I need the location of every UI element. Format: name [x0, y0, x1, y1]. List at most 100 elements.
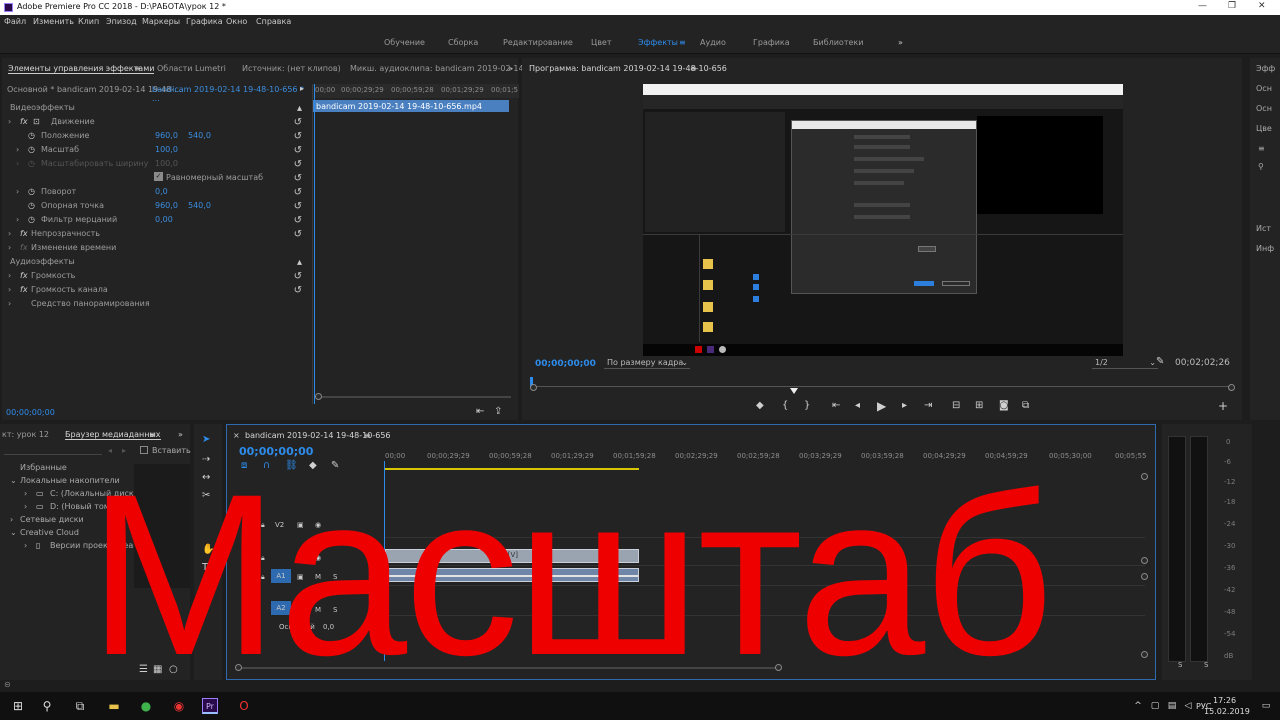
- import-checkbox[interactable]: [140, 446, 148, 454]
- volume-icon[interactable]: ◁: [1180, 698, 1196, 714]
- fx-icon[interactable]: fx: [20, 229, 28, 238]
- expand-icon[interactable]: ›: [24, 502, 27, 511]
- anchor-x-value[interactable]: 960,0: [155, 201, 178, 210]
- expand-icon[interactable]: ›: [24, 489, 27, 498]
- tab-essential-sound[interactable]: Осн: [1256, 104, 1272, 113]
- h-scrollbar[interactable]: [239, 667, 779, 669]
- menu-icon[interactable]: ≡: [1258, 144, 1265, 153]
- track-v2-label[interactable]: V2: [275, 521, 284, 529]
- nav-back-icon[interactable]: ◂: [108, 446, 112, 455]
- fx-icon[interactable]: fx: [20, 271, 28, 280]
- timeline-settings-icon[interactable]: ✎: [331, 460, 339, 471]
- clip-selector[interactable]: Основной * bandicam 2019-02-14 19-48-...…: [2, 84, 312, 103]
- premiere-taskbar-icon[interactable]: Pr: [202, 698, 218, 714]
- position-x-value[interactable]: 960,0: [155, 131, 178, 140]
- notifications-icon[interactable]: ▭: [1258, 698, 1274, 714]
- solo-left-button[interactable]: S: [1178, 661, 1182, 669]
- motion-effect[interactable]: › fx ⊡ Движение ↺: [2, 115, 308, 128]
- nest-icon[interactable]: ⧈: [241, 460, 247, 471]
- selection-tool-icon[interactable]: ➤: [202, 434, 210, 445]
- ws-audio[interactable]: Аудио: [700, 38, 726, 47]
- list-view-icon[interactable]: ☰: [139, 664, 148, 675]
- solo-button[interactable]: S: [333, 606, 337, 614]
- menu-graphics[interactable]: Графика: [186, 17, 223, 26]
- volume-effect[interactable]: › fx Громкость ↺: [2, 269, 308, 282]
- audio-clip[interactable]: [385, 568, 639, 582]
- ws-effects[interactable]: Эффекты: [638, 38, 678, 47]
- stopwatch-icon[interactable]: ◷: [28, 215, 35, 224]
- creative-cloud-item[interactable]: Creative Cloud: [20, 528, 79, 537]
- expand-icon[interactable]: ⌄: [10, 528, 17, 537]
- menu-clip[interactable]: Клип: [78, 17, 99, 26]
- video-clip[interactable]: [V]: [385, 549, 639, 563]
- recorder-app-icon[interactable]: ◉: [171, 698, 187, 714]
- reset-channel-volume-icon[interactable]: ↺: [294, 285, 302, 296]
- local-drives-item[interactable]: Локальные накопители: [20, 476, 120, 485]
- v-scroll-top-knob[interactable]: [1141, 473, 1148, 480]
- menu-markers[interactable]: Маркеры: [142, 17, 180, 26]
- mini-ruler[interactable]: 00;00 00;00;29;29 00;00;59;28 00;01;29;2…: [313, 84, 519, 98]
- media-menu-icon[interactable]: ≡: [149, 430, 156, 439]
- mute-button[interactable]: M: [315, 606, 321, 614]
- stopwatch-icon[interactable]: ◷: [28, 201, 35, 210]
- mark-in-icon[interactable]: {: [782, 400, 788, 411]
- add-marker-icon[interactable]: ◆: [309, 460, 317, 471]
- team-projects-item[interactable]: Версии проекта Team Projects: [50, 541, 134, 550]
- stopwatch-icon[interactable]: ◷: [28, 131, 35, 140]
- program-video-frame[interactable]: [643, 84, 1123, 356]
- extract-icon[interactable]: ⊞: [975, 400, 983, 411]
- sync-lock-icon[interactable]: ▣: [297, 521, 304, 529]
- sync-lock-icon[interactable]: ▣: [297, 606, 304, 614]
- master-volume-value[interactable]: 0,0: [323, 623, 334, 631]
- opera-icon[interactable]: O: [236, 698, 252, 714]
- export-icon[interactable]: ⇪: [494, 406, 502, 417]
- tray-icon[interactable]: ▢: [1147, 698, 1163, 714]
- scrub-start-knob[interactable]: [530, 384, 537, 391]
- lift-icon[interactable]: ⊟: [952, 400, 960, 411]
- compare-icon[interactable]: ⧉: [1022, 400, 1029, 411]
- sync-lock-icon[interactable]: ▣: [297, 554, 304, 562]
- ws-assembly[interactable]: Сборка: [448, 38, 478, 47]
- snap-icon[interactable]: ∩: [263, 460, 270, 471]
- play-icon[interactable]: ▶: [877, 399, 886, 413]
- tab-menu-icon[interactable]: ≡: [134, 64, 141, 73]
- zoom-slider-knob-icon[interactable]: ○: [169, 664, 178, 675]
- add-marker-icon[interactable]: ◆: [756, 400, 764, 411]
- ws-graphics[interactable]: Графика: [753, 38, 790, 47]
- menu-edit[interactable]: Изменить: [33, 17, 74, 26]
- rotation-value[interactable]: 0,0: [155, 187, 168, 196]
- program-timecode[interactable]: 00;00;00;00: [535, 359, 596, 369]
- mini-scroll-knob[interactable]: [315, 393, 322, 400]
- mark-out-icon[interactable]: }: [804, 400, 810, 411]
- reset-motion-icon[interactable]: ↺: [294, 117, 302, 128]
- search-icon[interactable]: ⚲: [1258, 162, 1264, 171]
- network-drives-item[interactable]: Сетевые диски: [20, 515, 84, 524]
- work-area-bar[interactable]: [385, 468, 639, 470]
- ws-learning[interactable]: Обучение: [384, 38, 425, 47]
- tab-effects[interactable]: Эфф: [1256, 64, 1275, 73]
- reset-scale-width-icon[interactable]: ↺: [294, 159, 302, 170]
- razor-tool-icon[interactable]: ✂: [202, 490, 210, 501]
- task-view-icon[interactable]: ⧉: [72, 698, 88, 714]
- reset-position-icon[interactable]: ↺: [294, 131, 302, 142]
- scroll-up-icon[interactable]: ▴: [297, 257, 302, 268]
- close-icon[interactable]: ✕: [1258, 1, 1266, 11]
- ripple-edit-tool-icon[interactable]: ↔: [202, 472, 210, 483]
- stopwatch-icon[interactable]: ◷: [28, 145, 35, 154]
- track-a1-label[interactable]: A1: [271, 569, 291, 583]
- ws-more-icon[interactable]: »: [898, 38, 903, 47]
- drive-c-item[interactable]: C: (Локальный диск): [50, 489, 137, 498]
- timeline-menu-icon[interactable]: ≡: [364, 431, 371, 440]
- effect-mini-timeline[interactable]: 00;00 00;00;29;29 00;00;59;28 00;01;29;2…: [312, 84, 519, 404]
- tab-audio-clip-mixer[interactable]: Микш. аудиоклипа: bandicam 2019-02-14: [350, 64, 524, 73]
- channel-volume-effect[interactable]: › fx Громкость канала ↺: [2, 283, 308, 296]
- effect-timecode[interactable]: 00;00;00;00: [6, 408, 55, 417]
- reset-anchor-icon[interactable]: ↺: [294, 201, 302, 212]
- track-select-tool-icon[interactable]: ⇢: [202, 454, 210, 465]
- menu-help[interactable]: Справка: [256, 17, 291, 26]
- fit-dropdown[interactable]: По размеру кадра ⌄: [604, 356, 690, 369]
- step-back-icon[interactable]: ◂: [855, 400, 860, 411]
- ws-effects-menu-icon[interactable]: ≡: [679, 38, 686, 47]
- solo-button[interactable]: S: [333, 573, 337, 581]
- solo-right-button[interactable]: S: [1204, 661, 1208, 669]
